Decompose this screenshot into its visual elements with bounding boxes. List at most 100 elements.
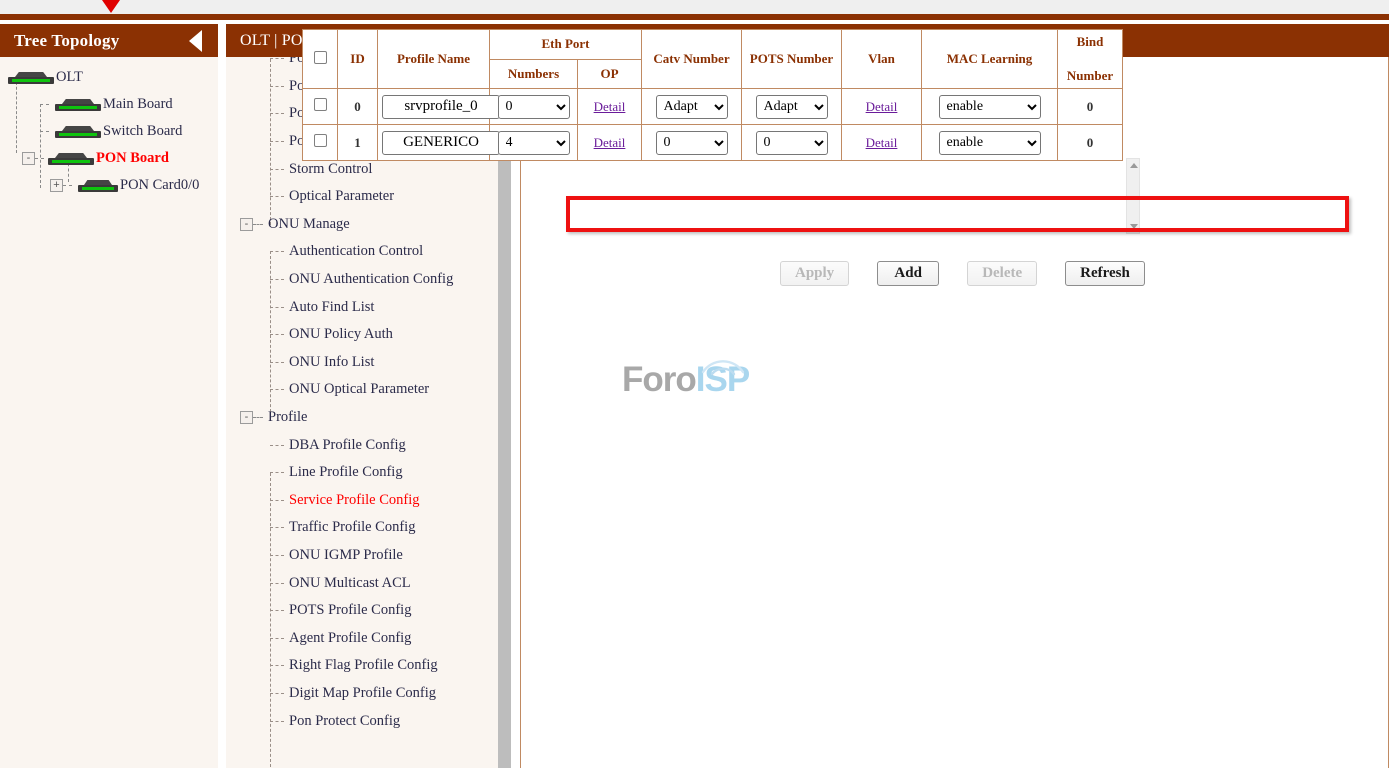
tree-node-pon-board[interactable]: - PON Board [0,145,218,172]
collapse-panel-icon[interactable] [189,30,202,52]
menu-item-onu-manage[interactable]: - ONU Manage [226,211,510,239]
tree-node-pon-card-0-0[interactable]: + PON Card0/0 [0,172,218,199]
expander-expand-icon[interactable]: + [50,179,63,192]
menu-item-label: Right Flag Profile Config [289,657,438,674]
add-button[interactable]: Add [877,261,939,286]
content-frame [520,57,1389,768]
device-icon [78,179,118,192]
expander-collapse-icon[interactable]: - [240,411,253,424]
table-row[interactable]: 1 01234 Detail Adapt01 Adapt01 Detail [303,125,1123,161]
profile-name-input[interactable] [382,131,500,155]
tree-node-olt[interactable]: OLT [0,64,218,91]
menu-item-service-profile-config[interactable]: Service Profile Config [226,487,510,515]
table-scrollbar[interactable] [1126,158,1140,234]
eth-port-detail-link[interactable]: Detail [594,135,626,150]
menu-item-onu-optical-parameter[interactable]: ONU Optical Parameter [226,376,510,404]
menu-item-auto-find-list[interactable]: Auto Find List [226,293,510,321]
menu-item-pon-protect-config[interactable]: Pon Protect Config [226,707,510,735]
expander-collapse-icon[interactable]: - [22,152,35,165]
service-profile-table: ID Profile Name Eth Port Catv Number POT… [302,29,1123,161]
row-eth-op-cell: Detail [578,125,642,161]
menu-item-digit-map-profile-config[interactable]: Digit Map Profile Config [226,680,510,708]
eth-port-detail-link[interactable]: Detail [594,99,626,114]
row-eth-op-cell: Detail [578,89,642,125]
tree-node-label: Switch Board [103,123,182,140]
menu-item-label: Service Profile Config [289,492,419,509]
menu-item-label: Line Profile Config [289,464,403,481]
menu-connector [270,86,284,87]
tree-node-label: PON Card0/0 [120,177,199,194]
tree-topology-title: Tree Topology [14,31,119,51]
expander-collapse-icon[interactable]: - [240,218,253,231]
scroll-down-icon[interactable] [1130,224,1138,229]
menu-item-right-flag-profile-config[interactable]: Right Flag Profile Config [226,652,510,680]
catv-number-select[interactable]: Adapt01 [656,95,728,119]
row-pots-number-cell: Adapt01 [742,125,842,161]
tree-node-switch-board[interactable]: Switch Board [0,118,218,145]
menu-item-traffic-profile-config[interactable]: Traffic Profile Config [226,514,510,542]
tree-connector [63,185,72,186]
row-vlan-cell: Detail [842,89,922,125]
menu-item-pots-profile-config[interactable]: POTS Profile Config [226,597,510,625]
row-catv-number-cell: Adapt01 [642,89,742,125]
apply-button[interactable]: Apply [780,261,849,286]
menu-item-onu-info-list[interactable]: ONU Info List [226,349,510,377]
row-select-checkbox[interactable] [314,134,327,147]
tree-topology-body: OLT Main Board Switch Board - [0,57,218,199]
catv-number-select[interactable]: Adapt01 [656,131,728,155]
header-catv-number: Catv Number [642,30,742,89]
menu-item-profile[interactable]: -Profile [226,404,510,432]
menu-item-dba-profile-config[interactable]: DBA Profile Config [226,431,510,459]
tree-node-main-board[interactable]: Main Board [0,91,218,118]
mac-learning-select[interactable]: enabledisable [939,95,1041,119]
mac-learning-select[interactable]: enabledisable [939,131,1041,155]
menu-item-agent-profile-config[interactable]: Agent Profile Config [226,624,510,652]
menu-item-onu-multicast-acl[interactable]: ONU Multicast ACL [226,569,510,597]
row-profile-name-cell [378,125,490,161]
menu-item-line-profile-config[interactable]: Line Profile Config [226,459,510,487]
menu-item-label: Digit Map Profile Config [289,685,436,702]
menu-item-label: ONU Manage [268,216,350,233]
menu-item-onu-authentication-config[interactable]: ONU Authentication Config [226,266,510,294]
header-bind-number-line1: Bind [1060,34,1120,50]
scroll-up-icon[interactable] [1130,163,1138,168]
eth-numbers-select[interactable]: 01234 [498,95,570,119]
menu-scrollbar[interactable] [498,57,511,768]
menu-connector [270,527,284,528]
header-bind-number: Bind Number [1058,30,1123,89]
delete-button[interactable]: Delete [967,261,1037,286]
refresh-button[interactable]: Refresh [1065,261,1145,286]
menu-item-onu-policy-auth[interactable]: ONU Policy Auth [226,321,510,349]
vlan-detail-link[interactable]: Detail [866,135,898,150]
header-eth-op: OP [578,59,642,89]
pots-number-select[interactable]: Adapt01 [756,131,828,155]
tree-connector [35,158,44,159]
menu-scrollbar-thumb[interactable] [498,112,511,768]
red-down-triangle-icon [102,0,120,13]
pots-number-select[interactable]: Adapt01 [756,95,828,119]
row-checkbox-cell [303,125,338,161]
wifi-arc-icon [700,354,746,376]
eth-numbers-select[interactable]: 01234 [498,131,570,155]
menu-connector [253,417,263,418]
row-mac-learning-cell: enabledisable [922,89,1058,125]
tree-connector [40,104,49,105]
header-eth-port: Eth Port [490,30,642,60]
row-eth-numbers-cell: 01234 [490,89,578,125]
row-pots-number-cell: Adapt01 [742,89,842,125]
menu-item-authentication-control[interactable]: Authentication Control [226,238,510,266]
menu-connector [270,307,284,308]
table-row[interactable]: 0 01234 Detail Adapt01 Adapt01 Detail [303,89,1123,125]
menu-item-optical-parameter[interactable]: Optical Parameter [226,183,510,211]
vlan-detail-link[interactable]: Detail [866,99,898,114]
row-mac-learning-cell: enabledisable [922,125,1058,161]
foroisp-watermark: ForoISP [622,358,772,402]
menu-item-onu-igmp-profile[interactable]: ONU IGMP Profile [226,542,510,570]
row-checkbox-cell [303,89,338,125]
menu-connector [270,500,284,501]
menu-item-label: DBA Profile Config [289,437,406,454]
menu-item-label: ONU Multicast ACL [289,575,411,592]
profile-name-input[interactable] [382,95,500,119]
row-select-checkbox[interactable] [314,98,327,111]
select-all-checkbox[interactable] [314,51,327,64]
